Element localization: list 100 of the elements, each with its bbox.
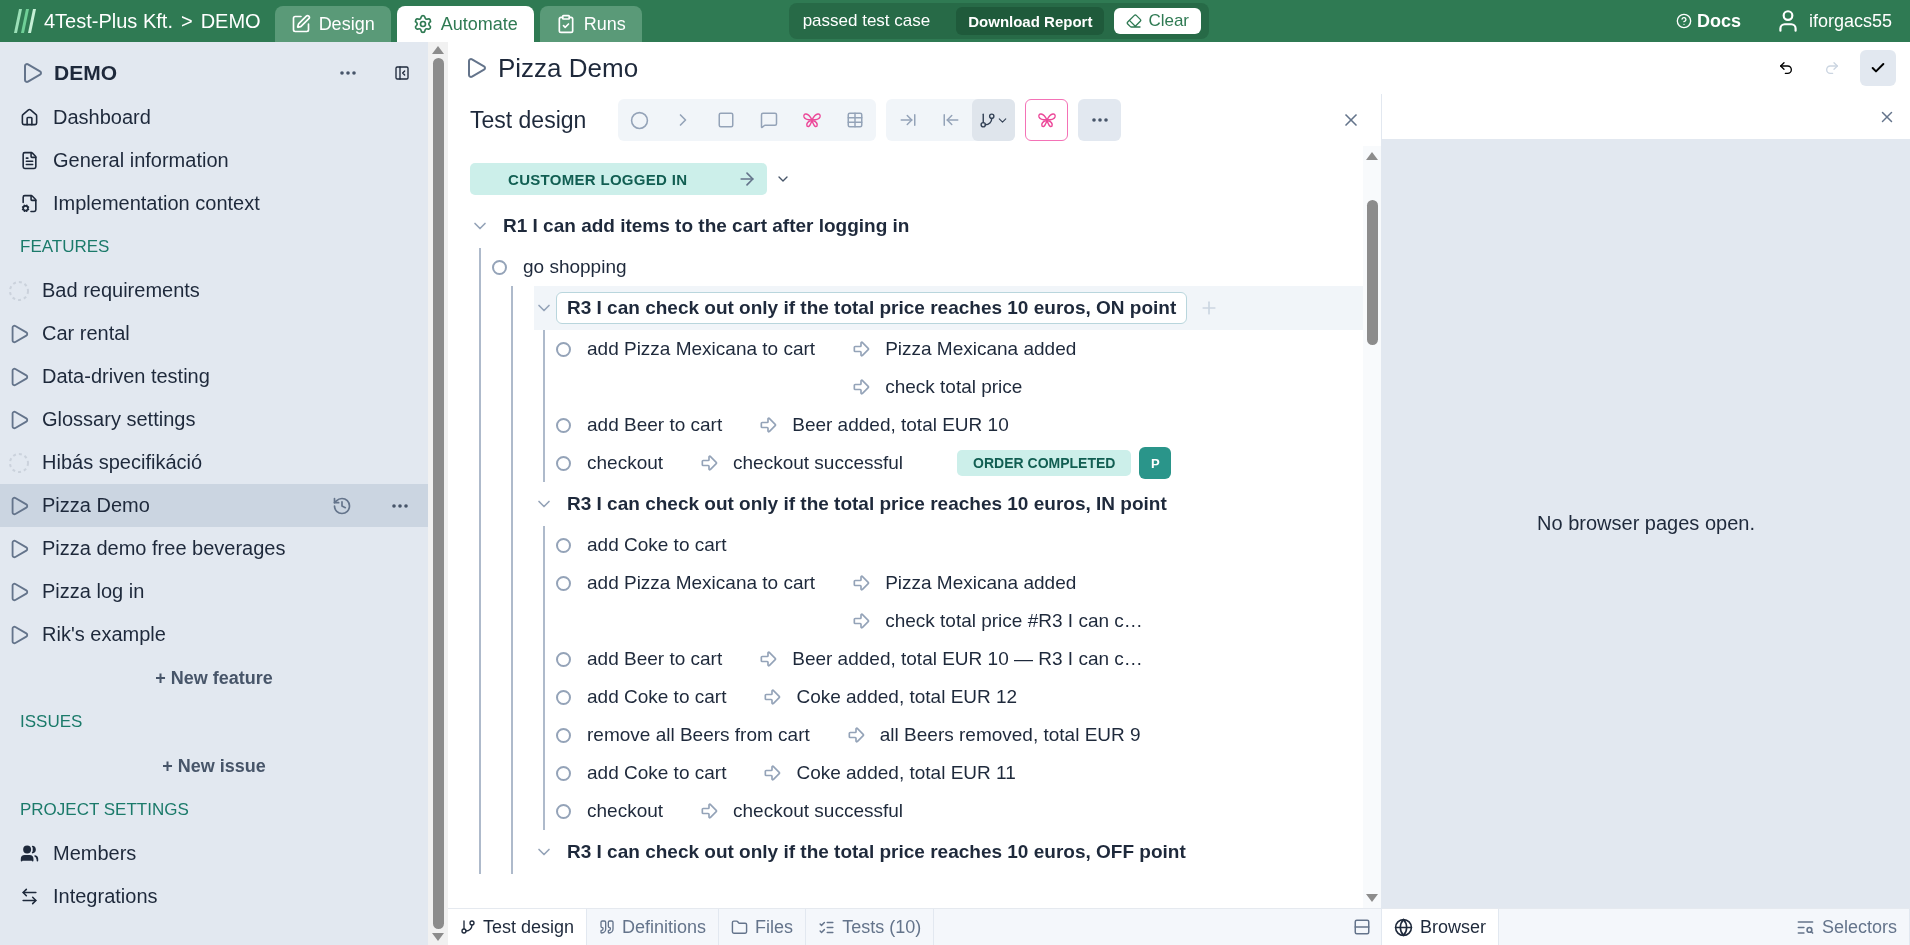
panel-tab[interactable]: Selectors — [1783, 909, 1910, 945]
docs-link[interactable]: Docs — [1675, 10, 1741, 32]
section-heading: FEATURES — [19, 236, 111, 258]
step-result: checkout successful — [733, 452, 904, 474]
scrollbar-thumb[interactable] — [432, 58, 444, 929]
step-marker[interactable] — [492, 260, 507, 275]
step-result: Beer added, total EUR 10 — [792, 414, 1009, 436]
nav-item[interactable]: Members — [0, 832, 428, 875]
step-action: go shopping — [523, 255, 627, 279]
arrow-icon — [758, 649, 779, 669]
step-marker[interactable] — [556, 456, 571, 471]
more-icon — [340, 71, 356, 75]
step-marker[interactable] — [556, 576, 571, 591]
butterfly-icon — [1036, 110, 1057, 130]
organization-name[interactable]: 4Test-Plus Kft. — [44, 9, 173, 33]
collapse-sidebar-icon[interactable] — [394, 65, 410, 81]
clear-button[interactable]: Clear — [1114, 8, 1201, 34]
step-action: add Pizza Mexicana to cart — [587, 337, 816, 361]
quote-icon — [599, 919, 616, 935]
step-result: Pizza Mexicana added — [885, 572, 1077, 594]
arrow-icon — [762, 763, 783, 783]
eraser-icon — [1126, 13, 1143, 29]
more-icon — [1091, 118, 1108, 122]
arrow-to-line-icon — [898, 111, 917, 129]
nav-item[interactable]: Implementation context — [0, 182, 428, 225]
requirement-row[interactable]: R3 I can check out only if the total price reaches 10 euros, OFF point — [534, 830, 1363, 874]
step-result: Pizza Mexicana added — [885, 338, 1077, 360]
butterfly-button[interactable] — [1025, 99, 1069, 141]
nav-item[interactable]: Dashboard — [0, 96, 428, 139]
requirement-row[interactable]: R1 I can add items to the cart after logging in — [470, 204, 1363, 248]
step-marker[interactable] — [556, 804, 571, 819]
history-icon — [332, 495, 352, 516]
more-button[interactable] — [1078, 99, 1122, 141]
comment-icon — [759, 111, 778, 129]
pen-icon — [290, 14, 311, 34]
step-marker[interactable] — [556, 766, 571, 781]
panel-tab[interactable]: Browser — [1382, 909, 1499, 945]
nav-item[interactable]: General information — [0, 139, 428, 182]
people-icon — [20, 844, 39, 863]
requirement-row[interactable]: R3 I can check out only if the total price reaches 10 euros, IN point — [534, 482, 1363, 526]
step-marker[interactable] — [556, 728, 571, 743]
step-result: check total price #R3 I can c… — [885, 610, 1143, 632]
feature-item[interactable]: Pizza log in — [0, 570, 428, 613]
user-name[interactable]: iforgacs55 — [1808, 10, 1892, 32]
avatar[interactable]: P — [1139, 447, 1172, 479]
requirement-row[interactable]: R3 I can check out only if the total price reaches 10 euros, ON point — [534, 286, 1363, 330]
step-action: checkout — [587, 451, 664, 475]
precondition-tag[interactable]: CUSTOMER LOGGED IN — [470, 163, 768, 195]
empty-message: No browser pages open. — [1537, 512, 1755, 535]
butterfly-icon — [801, 110, 822, 130]
panel-tab[interactable]: Tests (10) — [806, 909, 935, 945]
arrow-icon — [699, 801, 720, 821]
feature-item[interactable]: Bad requirements — [0, 269, 428, 312]
page-title: Pizza Demo — [498, 52, 640, 84]
step-marker[interactable] — [556, 652, 571, 667]
step-action: add Coke to cart — [587, 685, 727, 709]
feature-item[interactable]: Pizza demo free beverages — [0, 527, 428, 570]
panel-tab[interactable]: Files — [719, 909, 807, 945]
step-marker[interactable] — [556, 538, 571, 553]
step-marker[interactable] — [556, 418, 571, 433]
step-result: checkout successful — [733, 800, 904, 822]
nav-item[interactable]: Integrations — [0, 875, 428, 918]
new-issue-button[interactable]: + New issue — [156, 744, 272, 788]
feature-item[interactable]: Hibás specifikáció — [0, 441, 428, 484]
feature-item[interactable]: Pizza Demo — [0, 484, 428, 527]
arrow-icon — [851, 377, 872, 397]
state-tag[interactable]: ORDER COMPLETED — [957, 450, 1132, 476]
arrow-icon — [758, 415, 779, 435]
panel-tab[interactable]: Definitions — [587, 909, 720, 945]
status-message: passed test case — [802, 11, 931, 31]
document-icon — [20, 151, 39, 170]
feature-item[interactable]: Glossary settings — [0, 398, 428, 441]
scrollbar-thumb[interactable] — [1366, 200, 1378, 345]
help-icon — [1675, 13, 1692, 29]
split-panel-icon[interactable] — [1353, 918, 1371, 936]
breadcrumb-separator: > — [180, 9, 193, 33]
arrow-icon — [851, 611, 872, 631]
step-marker[interactable] — [556, 342, 571, 357]
globe-icon — [1394, 917, 1413, 937]
feature-item[interactable]: Rik's example — [0, 613, 428, 656]
step-result: check total price — [885, 376, 1023, 398]
step-action: remove all Beers from cart — [587, 723, 810, 747]
panel-title: Test design — [470, 106, 587, 134]
panel-tab[interactable]: Test design — [448, 909, 588, 945]
step-marker[interactable] — [556, 690, 571, 705]
step-action: add Coke to cart — [587, 761, 727, 785]
requirement-title: R3 I can check out only if the total price reaches 10 euros, IN point — [566, 492, 1168, 516]
step-result: Beer added, total EUR 10 — R3 I can c… — [792, 648, 1143, 670]
table-icon — [845, 111, 864, 129]
project-title: DEMO — [54, 61, 118, 85]
download-report-button[interactable]: Download Report — [956, 7, 1105, 35]
feature-item[interactable]: Data-driven testing — [0, 355, 428, 398]
nav-tab[interactable]: Automate — [396, 6, 534, 42]
project-name[interactable]: DEMO — [200, 9, 261, 33]
new-feature-button[interactable]: + New feature — [149, 656, 279, 700]
confirm-button[interactable] — [1860, 50, 1896, 86]
branch-menu-button[interactable] — [972, 99, 1016, 141]
section-heading: PROJECT SETTINGS — [19, 799, 190, 821]
feature-item[interactable]: Car rental — [0, 312, 428, 355]
document-gear-icon — [20, 194, 39, 213]
